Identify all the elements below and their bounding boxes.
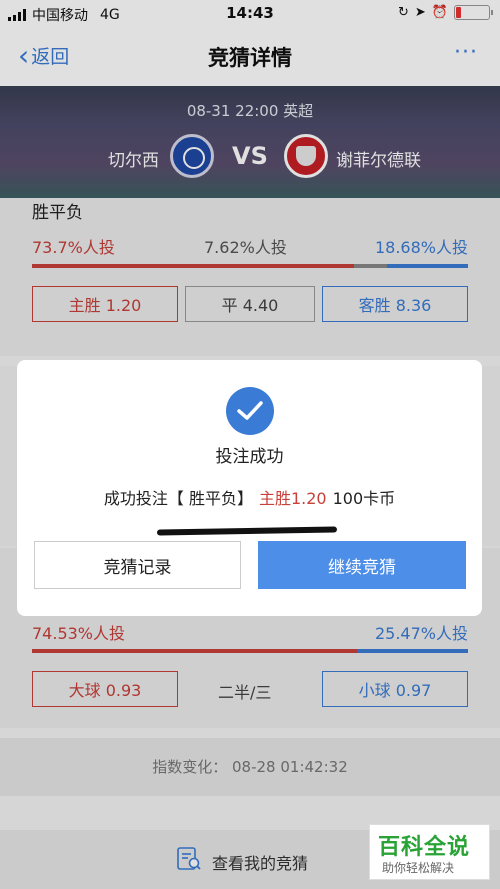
bet-detail-amount: 100卡币: [332, 489, 396, 508]
bet-detail: 成功投注【 胜平负】 主胜1.20 100卡币: [17, 485, 482, 509]
watermark-logo: 百科全说 助你轻松解决: [369, 824, 490, 880]
bet-success-dialog: 投注成功 成功投注【 胜平负】 主胜1.20 100卡币 竞猜记录 继续竞猜: [17, 360, 482, 616]
watermark-subtitle: 助你轻松解决: [382, 861, 455, 875]
bet-detail-prefix: 成功投注【 胜平负】: [103, 489, 253, 508]
bet-detail-selection: 主胜1.20: [258, 489, 327, 508]
redaction-mark: [156, 526, 338, 536]
bet-records-button[interactable]: 竞猜记录: [34, 541, 241, 589]
success-message: 投注成功: [215, 447, 284, 467]
checkmark-icon: [226, 387, 274, 435]
continue-betting-button[interactable]: 继续竞猜: [258, 541, 466, 589]
watermark-title: 百科全说: [378, 835, 471, 860]
